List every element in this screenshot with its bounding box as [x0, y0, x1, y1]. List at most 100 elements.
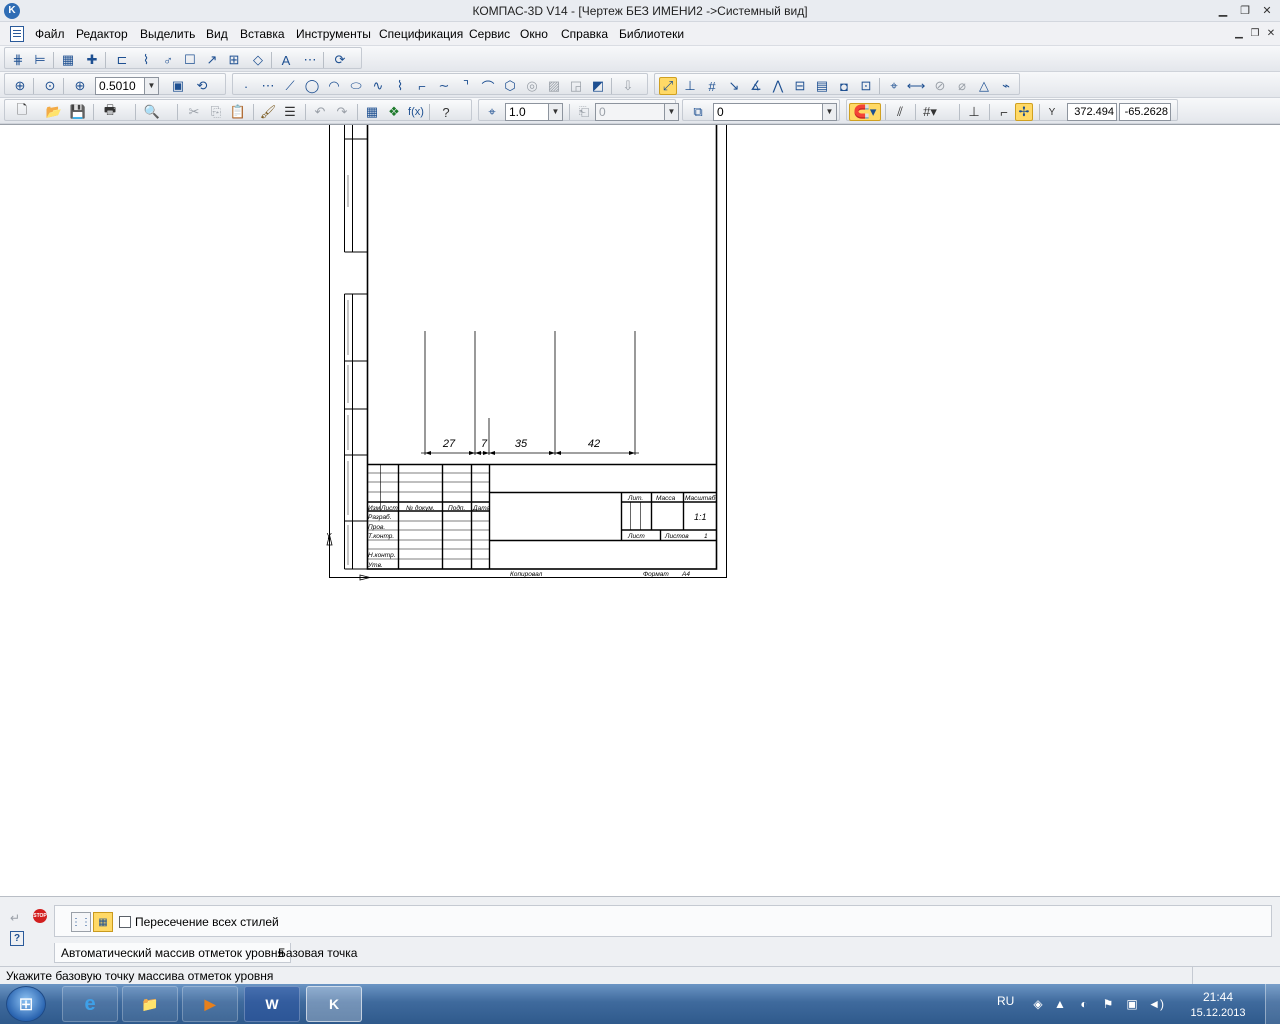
ortho-icon[interactable]: ⫽: [891, 103, 909, 121]
dimension-group[interactable]: [421, 331, 639, 455]
chevron-down-icon[interactable]: ▼: [664, 104, 678, 120]
doc-restore-icon[interactable]: ❐: [1249, 28, 1261, 40]
close-icon[interactable]: ✕: [1258, 3, 1276, 19]
radial-dimension-icon[interactable]: ⊘: [931, 77, 949, 95]
kompas-taskbar-icon[interactable]: K: [306, 986, 362, 1022]
step-combo[interactable]: 1.0 ▼: [505, 103, 563, 121]
library-icon[interactable]: ❖: [385, 103, 403, 121]
reports-icon[interactable]: ↗: [203, 51, 221, 69]
tolerance-icon[interactable]: ▤: [813, 77, 831, 95]
bezier-icon[interactable]: ∼: [435, 77, 453, 95]
leader-icon[interactable]: ↘: [725, 77, 743, 95]
point-icon[interactable]: ·: [237, 77, 255, 95]
menu-libraries[interactable]: Библиотеки: [619, 27, 684, 41]
arc-icon[interactable]: ◠: [325, 77, 343, 95]
properties-icon[interactable]: ☰: [281, 103, 299, 121]
menu-tools[interactable]: Инструменты: [296, 27, 371, 41]
angle-step-icon[interactable]: ⎗: [575, 103, 593, 121]
media-player-icon[interactable]: ▶: [182, 986, 238, 1022]
redo-icon[interactable]: ↷: [333, 103, 351, 121]
volume-icon[interactable]: ◄): [1148, 996, 1164, 1012]
format-brush-icon[interactable]: 🖌: [259, 103, 277, 121]
auto-dimension-icon[interactable]: ⤢: [659, 77, 677, 95]
minimize-icon[interactable]: ▁: [1214, 3, 1232, 19]
dimension-value[interactable]: 42: [588, 438, 600, 450]
angle-combo[interactable]: 0 ▼: [595, 103, 679, 121]
angle-dimension-icon[interactable]: ∡: [747, 77, 765, 95]
action-center-flag-icon[interactable]: ⚑: [1100, 996, 1116, 1012]
local-cs-icon[interactable]: ⊥: [965, 103, 983, 121]
save-icon[interactable]: 💾: [69, 103, 87, 121]
geometry-icon[interactable]: ⋕: [9, 51, 27, 69]
zoom-all-icon[interactable]: ⊕: [11, 77, 29, 95]
tray-sync-icon[interactable]: ◐: [1076, 996, 1092, 1012]
word-icon[interactable]: W: [244, 986, 300, 1022]
layers-icon[interactable]: ⧉: [689, 103, 707, 121]
menu-edit[interactable]: Редактор: [76, 27, 128, 41]
grid-icon[interactable]: #▾: [921, 103, 939, 121]
coord-x-field[interactable]: 372.494: [1067, 103, 1117, 121]
zoom-window-icon[interactable]: ⊙: [41, 77, 59, 95]
hatch-icon[interactable]: ▨: [545, 77, 563, 95]
undo-icon[interactable]: ↶: [311, 103, 329, 121]
zoom-combo[interactable]: 0.5010 ▼: [95, 77, 159, 95]
new-document-icon[interactable]: 🗋: [13, 102, 31, 121]
menu-specification[interactable]: Спецификация: [379, 27, 463, 41]
spec-icon[interactable]: ⊞: [225, 51, 243, 69]
snap-magnet-icon[interactable]: 🧲▾: [849, 103, 881, 121]
menu-service[interactable]: Сервис: [469, 27, 510, 41]
mark-icon[interactable]: ⊡: [857, 77, 875, 95]
contour-icon[interactable]: ◲: [567, 77, 585, 95]
dimension-value[interactable]: 35: [515, 438, 528, 450]
menu-insert[interactable]: Вставка: [240, 27, 285, 41]
dimension-value[interactable]: 7: [481, 438, 488, 450]
level-grid-icon[interactable]: ▦: [93, 912, 113, 932]
rebuild-icon[interactable]: ⟳: [331, 51, 349, 69]
menu-window[interactable]: Окно: [520, 27, 548, 41]
explorer-folder-icon[interactable]: 📁: [122, 986, 178, 1022]
segment-icon[interactable]: ⟋: [281, 77, 299, 95]
drawing-canvas[interactable]: 27 7 35 42 Изм Лист № докум. Подп. Дата …: [0, 124, 1280, 896]
nurbs-icon[interactable]: ⌇: [391, 77, 409, 95]
ortho-mode-icon[interactable]: ⌐: [995, 103, 1013, 121]
text-icon[interactable]: A: [277, 51, 295, 69]
create-object-icon[interactable]: ↵: [10, 911, 20, 925]
chevron-down-icon[interactable]: ▼: [144, 78, 158, 94]
circle-icon[interactable]: ◯: [303, 77, 321, 95]
polygon-icon[interactable]: ⬡: [501, 77, 519, 95]
ellipse-icon[interactable]: ⬭: [347, 77, 365, 95]
associative-view-icon[interactable]: ☐: [181, 51, 199, 69]
base-icon[interactable]: ⊟: [791, 77, 809, 95]
linear-dimension-icon[interactable]: ⊥: [681, 77, 699, 95]
preview-icon[interactable]: 🔍: [143, 103, 161, 121]
doc-minimize-icon[interactable]: ▁: [1233, 28, 1245, 40]
chevron-down-icon[interactable]: ▼: [548, 104, 562, 120]
menu-view[interactable]: Вид: [206, 27, 228, 41]
fill-icon[interactable]: ◩: [589, 77, 607, 95]
internet-explorer-icon[interactable]: e: [62, 986, 118, 1022]
show-desktop-button[interactable]: [1265, 984, 1280, 1024]
notation-icon[interactable]: ▦: [59, 51, 77, 69]
zoom-in-icon[interactable]: ⊕: [71, 77, 89, 95]
print-icon[interactable]: 🖶: [101, 102, 119, 121]
parametrization-icon[interactable]: ⊏: [113, 51, 131, 69]
tray-warning-icon[interactable]: ▲: [1052, 996, 1068, 1012]
menu-help[interactable]: Справка: [561, 27, 608, 41]
diamond-icon[interactable]: ◇: [249, 51, 267, 69]
break-icon[interactable]: ⌁: [997, 77, 1015, 95]
clock-date[interactable]: 15.12.2013: [1188, 1007, 1248, 1019]
clock-time[interactable]: 21:44: [1200, 990, 1236, 1004]
copy-icon[interactable]: ⎘: [207, 103, 225, 121]
dimensions-icon[interactable]: ⊨: [31, 51, 49, 69]
roughness-icon[interactable]: ◘: [835, 77, 853, 95]
variables-icon[interactable]: f(x): [407, 103, 425, 121]
level-array-icon[interactable]: ⋮⋮: [71, 912, 91, 932]
insert-fragment-icon[interactable]: ⇩: [619, 77, 637, 95]
dimension-value[interactable]: 27: [442, 438, 456, 450]
paste-icon[interactable]: 📋: [229, 103, 247, 121]
menu-select[interactable]: Выделить: [140, 27, 195, 41]
help-icon[interactable]: ?: [10, 931, 24, 946]
measure-icon[interactable]: ⌇: [137, 51, 155, 69]
tray-app-icon[interactable]: ◈: [1030, 996, 1046, 1012]
pan-icon[interactable]: ▣: [169, 77, 187, 95]
